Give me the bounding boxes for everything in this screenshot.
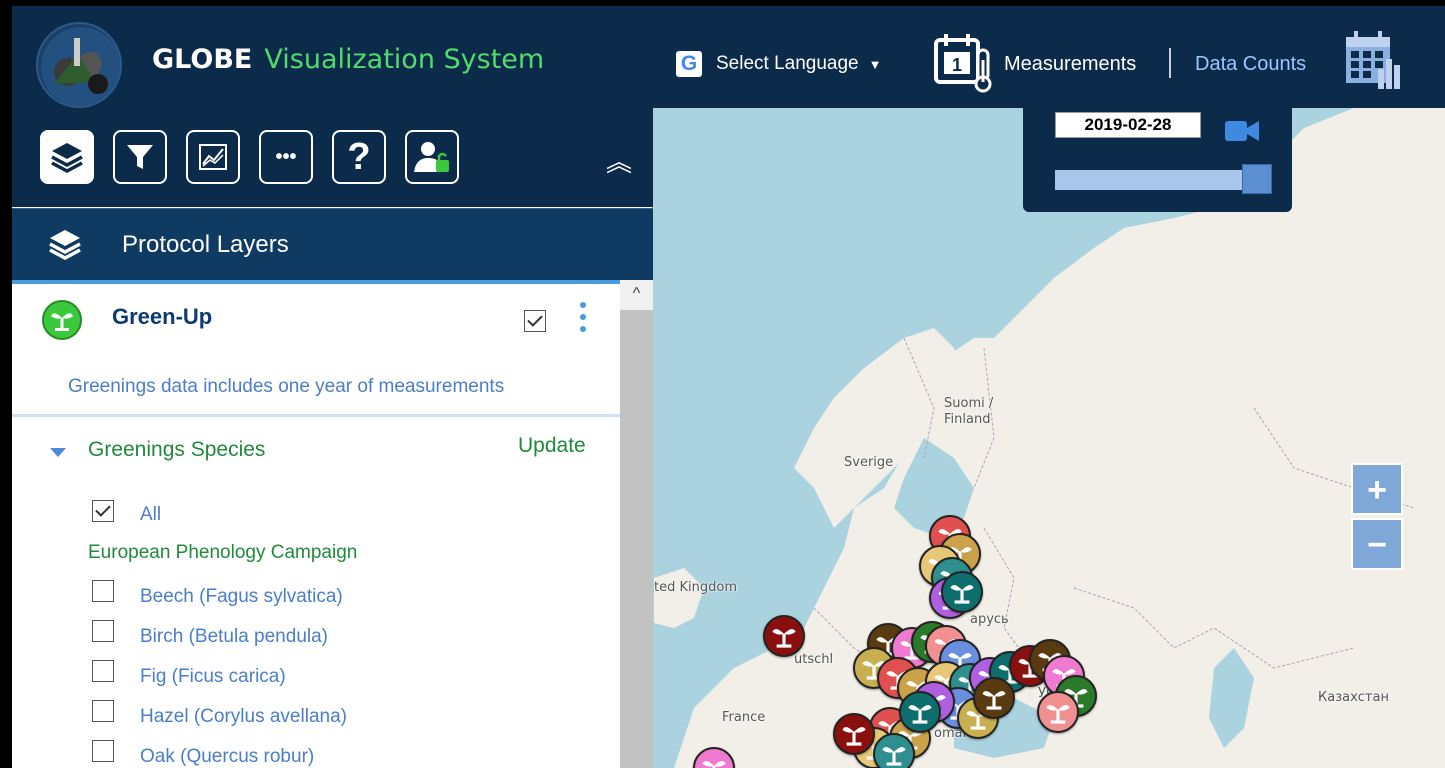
species-label-beech[interactable]: Beech (Fagus sylvatica) <box>140 586 343 608</box>
layers-button[interactable] <box>40 130 94 184</box>
all-species-label[interactable]: All <box>140 504 161 526</box>
campaign-label: European Phenology Campaign <box>88 542 358 563</box>
help-button[interactable]: ? <box>332 130 386 184</box>
user-lock-button[interactable] <box>405 130 459 184</box>
green-up-marker[interactable] <box>873 733 915 768</box>
species-label-birch[interactable]: Birch (Betula pendula) <box>140 626 328 648</box>
zoom-in-button[interactable]: + <box>1351 463 1403 515</box>
calendar-grid-icon[interactable] <box>1342 29 1402 98</box>
layer-note: Greenings data includes one year of meas… <box>68 376 505 397</box>
protocol-layers-title: Protocol Layers <box>122 231 289 258</box>
map-label-finland2: Finland <box>944 412 991 427</box>
sidebar-toolbar: ••• ? ︽ <box>12 108 653 207</box>
zoom-controls: + − <box>1348 460 1406 576</box>
more-icon: ••• <box>275 145 297 168</box>
select-language-label: Select Language <box>716 53 859 74</box>
green-up-marker[interactable] <box>899 691 941 733</box>
chart-button[interactable] <box>186 130 240 184</box>
measurements-tab[interactable]: Measurements <box>1004 53 1136 76</box>
species-checkbox-oak[interactable] <box>92 740 114 762</box>
layer-panel-scrollbar[interactable]: ^ <box>620 280 653 768</box>
app-header: GLOBE Visualization System G Select Langu… <box>12 6 1445 108</box>
species-label-hazel[interactable]: Hazel (Corylus avellana) <box>140 706 347 728</box>
select-language-dropdown[interactable]: Select Language ▼ <box>716 53 882 75</box>
calendar-thermometer-icon[interactable]: 1 <box>932 30 996 99</box>
map-label-france: France <box>722 710 766 725</box>
map-label-finland1: Suomi / <box>944 396 994 411</box>
globe-logo[interactable] <box>36 22 122 108</box>
google-translate-icon[interactable]: G <box>676 51 702 77</box>
app-frame: GLOBE Visualization System G Select Langu… <box>12 6 1445 768</box>
timeline-panel: 2019-02-28 <box>1023 108 1292 212</box>
filter-icon <box>127 145 153 169</box>
zoom-out-button[interactable]: − <box>1351 518 1403 570</box>
more-button[interactable]: ••• <box>259 130 313 184</box>
species-checkbox-birch[interactable] <box>92 620 114 642</box>
greenings-species-header[interactable]: Greenings Species <box>88 438 265 462</box>
filter-button[interactable] <box>113 130 167 184</box>
species-label-fig[interactable]: Fig (Ficus carica) <box>140 666 286 688</box>
date-display[interactable]: 2019-02-28 <box>1055 112 1201 138</box>
species-checkbox-beech[interactable] <box>92 580 114 602</box>
green-up-marker[interactable] <box>941 571 983 613</box>
header-separator <box>1169 48 1171 78</box>
scroll-up-arrow-icon[interactable]: ^ <box>620 280 653 310</box>
help-icon: ? <box>347 135 371 178</box>
layer-divider <box>12 414 620 417</box>
layer-panel: Green-Up Greenings data includes one yea… <box>12 280 620 768</box>
collapse-up-icon[interactable]: ︽ <box>606 142 632 179</box>
data-counts-tab[interactable]: Data Counts <box>1195 53 1306 76</box>
layers-icon <box>51 143 83 173</box>
green-up-marker[interactable] <box>693 747 735 768</box>
green-up-marker[interactable] <box>1037 691 1079 733</box>
map-label-uk: ted Kingdom <box>654 580 737 595</box>
update-button[interactable]: Update <box>518 434 586 458</box>
species-checkbox-hazel[interactable] <box>92 700 114 722</box>
species-label-oak[interactable]: Oak (Quercus robur) <box>140 746 314 768</box>
timeline-slider-track[interactable] <box>1055 170 1257 190</box>
video-camera-icon[interactable] <box>1225 118 1261 149</box>
app-title-rest: Visualization System <box>264 44 545 75</box>
map-label-belarus: арусь <box>970 612 1009 627</box>
expand-triangle-icon[interactable] <box>50 448 66 457</box>
protocol-layers-header[interactable]: Protocol Layers <box>12 208 653 280</box>
chart-icon <box>199 144 227 170</box>
timeline-slider-thumb[interactable] <box>1242 164 1272 194</box>
layers-icon <box>49 230 81 260</box>
green-up-layer-icon <box>42 300 82 340</box>
app-title-bold: GLOBE <box>152 44 253 75</box>
user-lock-icon <box>414 142 449 172</box>
map-label-kazakhstan: Казахстан <box>1318 690 1389 705</box>
green-up-marker[interactable] <box>973 677 1015 719</box>
species-checkbox-fig[interactable] <box>92 660 114 682</box>
green-up-marker[interactable] <box>763 615 805 657</box>
green-up-marker[interactable] <box>833 713 875 755</box>
layer-visibility-checkbox[interactable] <box>524 310 546 332</box>
caret-down-icon: ▼ <box>868 57 882 72</box>
all-species-checkbox[interactable] <box>92 500 114 522</box>
sidebar: ••• ? ︽ Protocol Layers Green-Up Greenin… <box>12 108 653 768</box>
app-title: GLOBE Visualization System <box>152 44 544 75</box>
calendar-day-number: 1 <box>952 55 962 75</box>
layer-options-icon[interactable] <box>580 302 586 338</box>
map-label-sweden: Sverige <box>844 455 894 470</box>
layer-title: Green-Up <box>112 304 213 329</box>
